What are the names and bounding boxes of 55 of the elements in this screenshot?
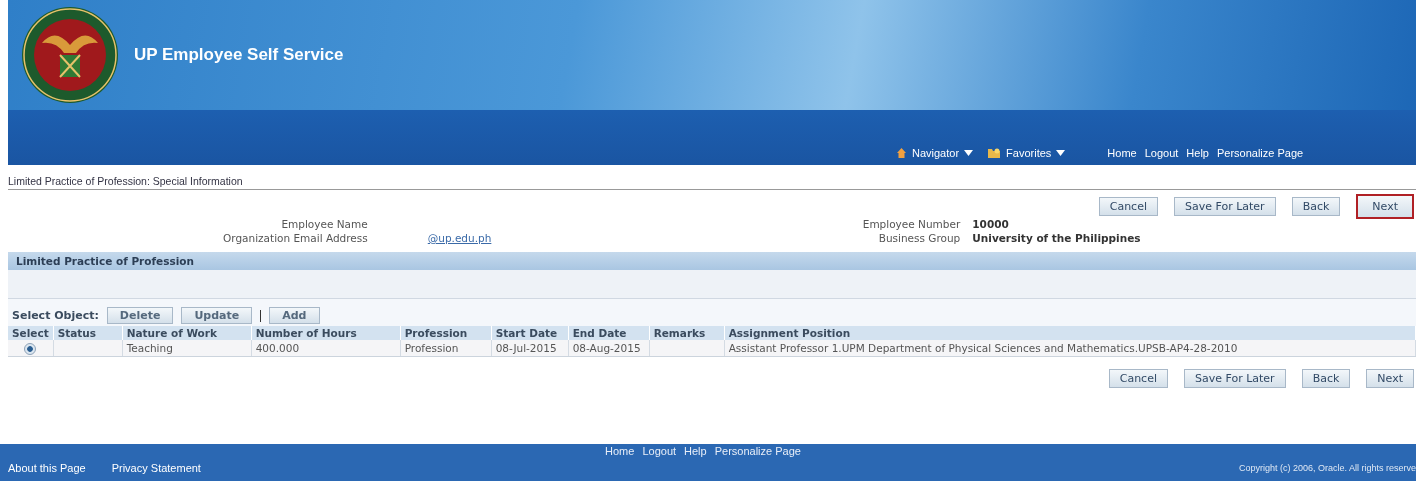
action-button[interactable]: Next [1356, 194, 1414, 219]
copyright-text: Copyright (c) 2006, Oracle. All rights reserve [1238, 463, 1416, 473]
page-title: Limited Practice of Profession: Special Information [8, 175, 1416, 190]
action-button[interactable]: Save For Later [1174, 197, 1276, 216]
folder-icon [987, 147, 1002, 159]
column-header: Number of Hours [251, 326, 401, 340]
nav-link[interactable]: Help [1186, 147, 1209, 159]
action-button[interactable]: Cancel [1098, 197, 1158, 216]
field-label: Organization Email Address [223, 232, 368, 244]
table-cell: 400.000 [251, 340, 401, 357]
field-value: 10000 [972, 218, 1010, 230]
column-header: Nature of Work [122, 326, 252, 340]
action-button[interactable]: Cancel [1108, 369, 1168, 388]
column-header: Select [8, 326, 54, 340]
select-object-label: Select Object: [12, 309, 99, 322]
footer-link[interactable]: Home [605, 445, 635, 457]
section-header: Limited Practice of Profession [8, 252, 1416, 270]
app-title: UP Employee Self Service [134, 45, 344, 65]
table-cell: Assistant Professor 1.UPM Department of Physical Sciences and Mathematics.UPSB-AP4-28-2010 [724, 340, 1416, 357]
action-button[interactable]: Back [1291, 197, 1341, 216]
nav-menu[interactable]: Favorites [987, 147, 1066, 159]
action-button[interactable]: Back [1301, 369, 1351, 388]
column-header: Profession [400, 326, 492, 340]
column-header: Remarks [649, 326, 725, 340]
dropdown-caret-icon [964, 150, 974, 156]
column-header: Start Date [491, 326, 569, 340]
column-header: Assignment Position [724, 326, 1416, 340]
table-action-button[interactable]: Add [269, 307, 320, 324]
footer-link[interactable]: Privacy Statement [111, 462, 201, 474]
nav-menu[interactable]: Navigator [896, 147, 974, 159]
nav-link[interactable]: Logout [1144, 147, 1179, 159]
field-value: University of the Philippines [972, 232, 1141, 244]
footer-link[interactable]: Help [684, 445, 707, 457]
nav-link[interactable]: Personalize Page [1216, 147, 1304, 159]
field-label: Employee Number [862, 218, 961, 230]
footer-link[interactable]: Personalize Page [714, 445, 801, 457]
column-header: End Date [568, 326, 650, 340]
action-button[interactable]: Next [1366, 369, 1414, 388]
email-link[interactable]: @up.edu.ph [427, 232, 668, 244]
action-button[interactable]: Save For Later [1184, 369, 1286, 388]
column-header: Status [53, 326, 123, 340]
footer-link[interactable]: Logout [642, 445, 677, 457]
field-label: Employee Name [280, 218, 368, 230]
field-label: Business Group [877, 232, 961, 244]
footer-link[interactable]: About this Page [8, 462, 86, 474]
dropdown-caret-icon [1056, 150, 1066, 156]
table-action-button[interactable]: Update [181, 307, 253, 324]
table-cell: Teaching [122, 340, 252, 357]
table-cell: 08-Jul-2015 [491, 340, 569, 357]
house-icon [896, 147, 907, 159]
nav-link[interactable]: Home [1107, 147, 1137, 159]
table-cell: Profession [400, 340, 492, 357]
radio-button[interactable] [24, 342, 37, 355]
table-cell: 08-Aug-2015 [568, 340, 650, 357]
table-action-button[interactable]: Delete [106, 307, 174, 324]
